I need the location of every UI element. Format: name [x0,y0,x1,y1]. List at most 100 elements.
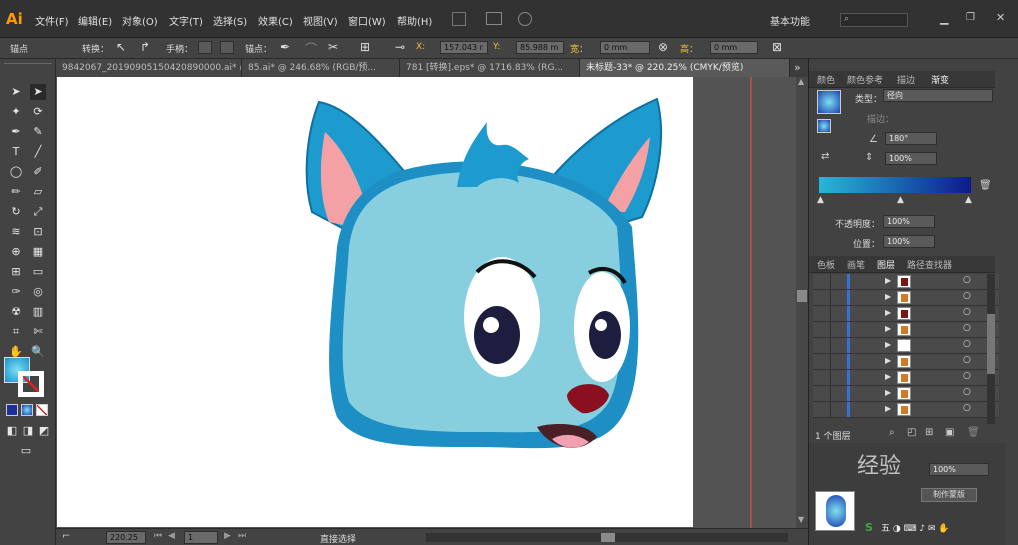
tab-color-guide[interactable]: 颜色参考 [847,73,883,86]
prev-artboard-icon[interactable]: ◀ [168,531,175,541]
artboard-tool-icon[interactable]: ⌗ [8,324,24,340]
selection-tool-icon[interactable]: ➤ [8,84,24,100]
restore-icon[interactable]: ❐ [966,12,975,23]
expand-triangle-icon[interactable]: ▶ [885,308,891,317]
deer-illustration[interactable] [57,77,693,527]
expand-triangle-icon[interactable]: ▶ [885,372,891,381]
layer-visibility-toggle[interactable] [817,306,831,321]
menu-edit[interactable]: 编辑(E) [78,13,112,28]
menu-effect[interactable]: 效果(C) [258,13,293,28]
gradient-preview-swatch[interactable] [817,90,841,114]
paintbrush-icon[interactable]: ✐ [30,164,46,180]
layer-row[interactable]: ▶ ○ [813,386,999,402]
gradient-slider[interactable] [819,177,971,193]
gradient-stop-mid[interactable]: ▲ [897,195,904,205]
layer-visibility-toggle[interactable] [817,338,831,353]
eraser-icon[interactable]: ▱ [30,184,46,200]
draw-inside-icon[interactable]: ◩ [36,423,52,439]
expand-triangle-icon[interactable]: ▶ [885,292,891,301]
layer-visibility-toggle[interactable] [817,386,831,401]
tab-document-3[interactable]: 781 [转换].eps* @ 1716.83% (RG... [400,59,580,77]
tab-brushes[interactable]: 画笔 [847,258,865,271]
zoom-field[interactable]: 220.25 [106,531,146,544]
screen-mode-icon[interactable]: ▭ [18,443,34,459]
input-method-toolbar[interactable]: 五 ◑ ⌨ ♪ ✉ ✋ [881,521,950,534]
tab-pathfinder[interactable]: 路径查找器 [907,258,952,271]
draw-normal-icon[interactable]: ◧ [4,423,20,439]
cut-path-icon[interactable]: ✂ [328,40,338,54]
align-icon[interactable]: ⊸ [395,40,405,54]
layer-visibility-toggle[interactable] [817,322,831,337]
search-input[interactable]: ⌕ [840,13,908,27]
hide-handles-button[interactable] [220,41,234,54]
locate-object-icon[interactable]: ⌕ [889,427,895,438]
pencil-icon[interactable]: ✏ [8,184,24,200]
layer-target-icon[interactable]: ○ [963,291,971,301]
tab-color[interactable]: 颜色 [817,73,835,86]
graph-tool-icon[interactable]: ▥ [30,304,46,320]
isolate-icon[interactable]: ⊞ [360,40,370,54]
eyedropper-icon[interactable]: ✑ [8,284,24,300]
blend-tool-icon[interactable]: ◎ [30,284,46,300]
location-field[interactable]: 100% [883,235,935,248]
tabs-overflow-icon[interactable]: » [794,61,801,74]
tab-layers[interactable]: 图层 [877,258,895,271]
next-artboard-icon[interactable]: ▶ [224,531,231,541]
layer-visibility-toggle[interactable] [817,290,831,305]
connect-anchor-icon[interactable]: ⌒ [305,40,317,57]
gradient-type-select[interactable]: 径向 [883,89,993,102]
layer-row[interactable]: ▶ ○ [813,274,999,290]
menu-window[interactable]: 窗口(W) [348,13,386,28]
layer-target-icon[interactable]: ○ [963,387,971,397]
layer-target-icon[interactable]: ○ [963,371,971,381]
layer-visibility-toggle[interactable] [817,370,831,385]
artboard[interactable] [57,77,693,527]
layer-row[interactable]: ▶ ○ [813,290,999,306]
ellipse-tool-icon[interactable]: ◯ [8,164,24,180]
expand-triangle-icon[interactable]: ▶ [885,404,891,413]
layer-target-icon[interactable]: ○ [963,403,971,413]
new-sublayer-icon[interactable]: ⊞ [925,427,933,438]
gradient-tool-icon[interactable]: ▭ [30,264,46,280]
reverse-gradient-icon[interactable]: ⇄ [821,151,829,162]
rotate-tool-icon[interactable]: ↻ [8,204,24,220]
scroll-down-icon[interactable]: ▼ [798,515,804,524]
menu-object[interactable]: 对象(O) [122,13,158,28]
transparency-opacity-field[interactable]: 100% [929,463,989,476]
layer-target-icon[interactable]: ○ [963,323,971,333]
gpu-performance-icon[interactable] [518,12,532,26]
artboard-number-field[interactable]: 1 [184,531,218,544]
new-layer-icon[interactable]: ▣ [945,427,954,438]
workspace-switcher[interactable]: 基本功能 [770,13,810,28]
convert-corner-icon[interactable]: ↖ [116,40,126,54]
draw-behind-icon[interactable]: ◨ [20,423,36,439]
layer-row[interactable]: ▶ ○ [813,370,999,386]
direct-selection-tool-icon[interactable]: ➤ [30,84,46,100]
height-field[interactable]: 0 mm [710,41,758,54]
slice-tool-icon[interactable]: ✄ [30,324,46,340]
make-mask-button[interactable]: 制作蒙版 [921,488,977,502]
none-mode-icon[interactable] [36,404,48,416]
menu-help[interactable]: 帮助(H) [397,13,432,28]
menu-select[interactable]: 选择(S) [213,13,247,28]
tab-document-active[interactable]: 未标题-33* @ 220.25% (CMYK/预览) [580,59,790,77]
expand-triangle-icon[interactable]: ▶ [885,324,891,333]
type-tool-icon[interactable]: T [8,144,24,160]
first-artboard-icon[interactable]: ⏮ [154,531,162,541]
zoom-tool-icon[interactable]: 🔍 [30,344,46,360]
bridge-icon[interactable] [452,12,466,26]
layers-scrollbar[interactable] [987,274,995,424]
layer-row[interactable]: ▶ ○ [813,322,999,338]
x-field[interactable]: 157.043 r [440,41,488,54]
expand-triangle-icon[interactable]: ▶ [885,340,891,349]
gradient-fill-icon[interactable] [817,119,831,133]
transform-icon[interactable]: ⊠ [772,40,782,54]
remove-anchor-icon[interactable]: ✒ [280,40,290,54]
mesh-tool-icon[interactable]: ⊞ [8,264,24,280]
shape-builder-icon[interactable]: ⊕ [8,244,24,260]
line-tool-icon[interactable]: ╱ [30,144,46,160]
horizontal-scrollbar[interactable] [426,533,788,542]
symbol-sprayer-icon[interactable]: ☢ [8,304,24,320]
link-icon[interactable]: ⊗ [658,40,668,54]
expand-triangle-icon[interactable]: ▶ [885,388,891,397]
